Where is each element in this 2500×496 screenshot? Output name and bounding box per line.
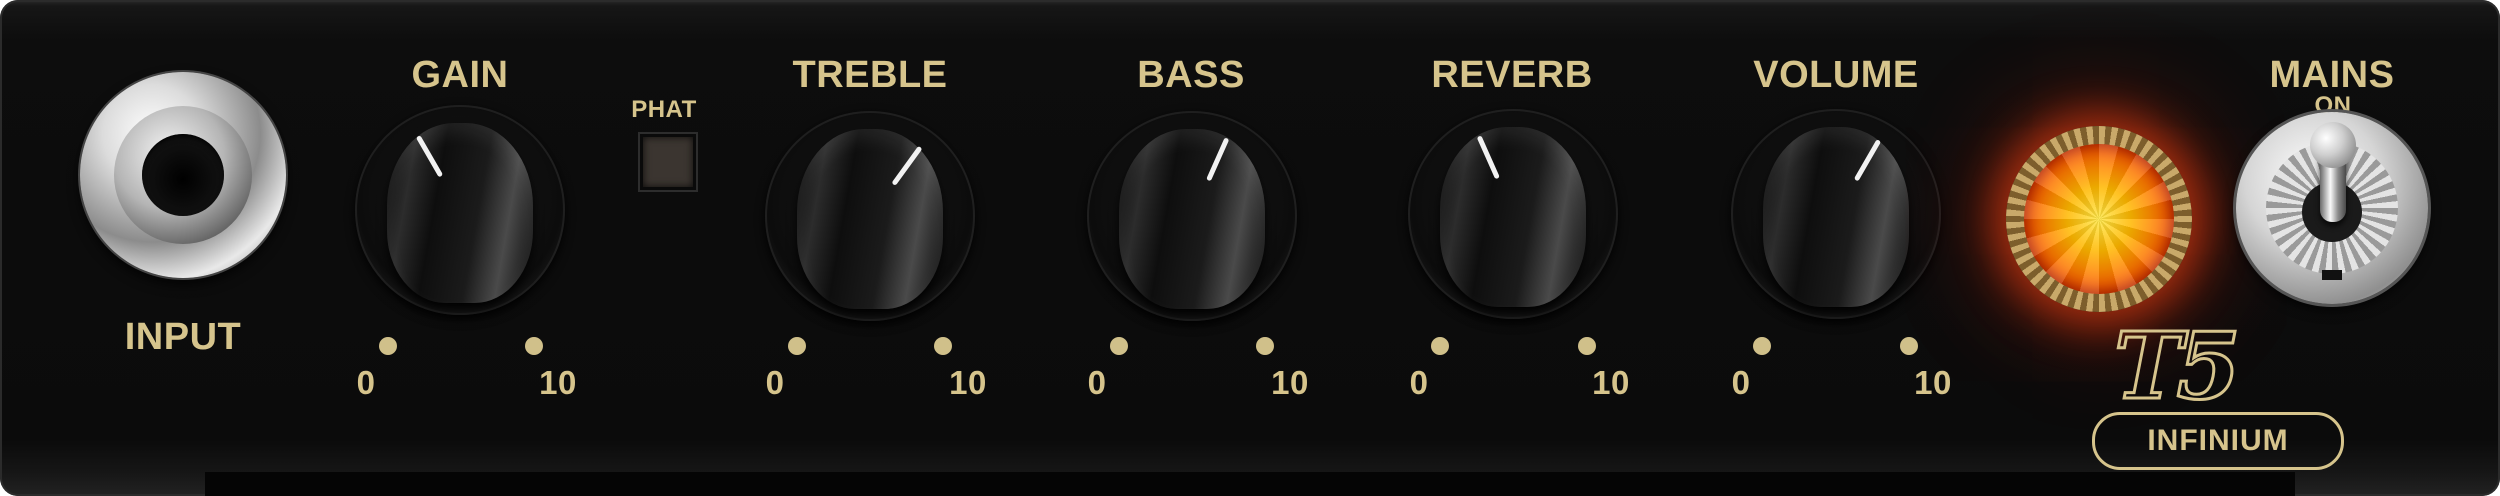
mains-label: MAINS [2269,54,2395,96]
toggle-switch-icon[interactable] [2236,112,2428,304]
volume-min-label: 0 [1731,364,1751,401]
toggle-lever-tip [2310,122,2356,168]
gain-min-dot [379,337,397,355]
treble-min-dot [788,337,806,355]
logo-badge-text: INFINIUM [2147,424,2289,457]
bass-min-dot [1110,337,1128,355]
gain-label: GAIN [411,54,509,96]
logo-model-text: T5 [2113,312,2242,420]
reverb-max-dot [1578,337,1596,355]
input-jack-icon[interactable] [80,72,286,278]
phat-label: PHAT [631,96,697,123]
reverb-label: REVERB [1431,54,1593,96]
toggle-nut [2266,122,2398,274]
bass-max-dot [1256,337,1274,355]
t5-infinium-logo: T5 INFINIUM [2092,319,2348,470]
toggle-indicator-slot [2322,270,2342,280]
reverb-knob[interactable] [1408,109,1618,319]
gain-knob[interactable] [355,105,565,315]
volume-min-dot [1753,337,1771,355]
volume-max-label: 10 [1914,364,1952,401]
input-label: INPUT [124,316,242,358]
volume-label: VOLUME [1753,54,1919,96]
bass-knob[interactable] [1087,111,1297,321]
bass-label: BASS [1137,54,1245,96]
knob-cap [797,129,943,309]
volume-max-dot [1900,337,1918,355]
treble-max-label: 10 [949,364,987,401]
reverb-min-dot [1431,337,1449,355]
volume-knob[interactable] [1731,109,1941,319]
reverb-max-label: 10 [1592,364,1630,401]
reverb-min-label: 0 [1409,364,1429,401]
gain-max-label: 10 [539,364,577,401]
panel-bottom-lip [205,472,2295,496]
treble-min-label: 0 [765,364,785,401]
gain-min-label: 0 [356,364,376,401]
treble-knob[interactable] [765,111,975,321]
input-jack-hole [142,134,224,216]
pilot-lamp-facets [2024,144,2174,294]
treble-label: TREBLE [792,54,948,96]
bass-min-label: 0 [1087,364,1107,401]
treble-max-dot [934,337,952,355]
pilot-lamp-icon [2006,126,2192,312]
bass-max-label: 10 [1271,364,1309,401]
knob-cap [1763,127,1909,307]
gain-max-dot [525,337,543,355]
input-jack-ring [114,106,252,244]
amp-control-panel: INPUT PHAT GAIN 0 10 TREBLE 0 10 BASS 0 … [0,0,2500,496]
knob-cap [1440,127,1586,307]
knob-cap [387,123,533,303]
knob-cap [1119,129,1265,309]
phat-button[interactable] [640,134,696,190]
